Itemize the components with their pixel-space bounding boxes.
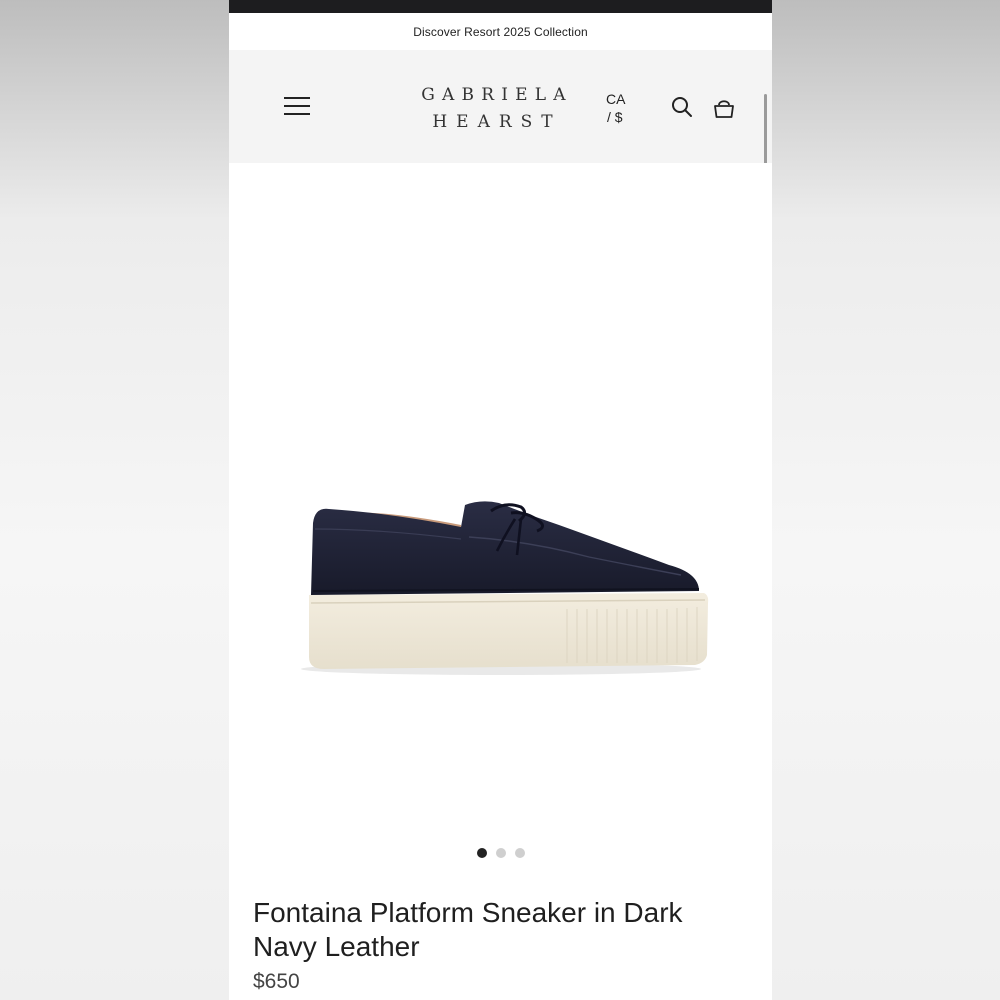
- brand-logo[interactable]: GABRIELA HEARST: [401, 82, 593, 136]
- product-image[interactable]: [229, 163, 772, 843]
- product-price: $650: [253, 970, 300, 993]
- image-carousel-dots: [229, 848, 772, 858]
- carousel-dot-3[interactable]: [514, 848, 525, 858]
- promo-banner[interactable]: Discover Resort 2025 Collection: [229, 13, 772, 50]
- carousel-dot-2[interactable]: [495, 848, 506, 858]
- background-left-blur: [0, 0, 229, 1000]
- product-title: Fontaina Platform Sneaker in Dark Navy L…: [253, 897, 683, 962]
- background-right-blur: [772, 0, 1000, 1000]
- currency-symbol: / $: [607, 109, 623, 125]
- shopping-bag-icon[interactable]: [711, 95, 737, 121]
- phone-screen: Discover Resort 2025 Collection GABRIELA…: [229, 0, 772, 1000]
- logo-line2: HEARST: [432, 112, 562, 132]
- promo-text[interactable]: Discover Resort 2025 Collection: [413, 25, 588, 39]
- menu-icon[interactable]: [284, 97, 310, 117]
- search-icon[interactable]: [670, 95, 694, 119]
- currency-selector[interactable]: CA / $: [606, 90, 625, 126]
- site-header: GABRIELA HEARST CA / $: [229, 50, 772, 163]
- carousel-dot-1[interactable]: [476, 848, 487, 858]
- currency-region: CA: [606, 91, 626, 107]
- status-bar: [229, 0, 772, 13]
- logo-line1: GABRIELA: [421, 85, 573, 105]
